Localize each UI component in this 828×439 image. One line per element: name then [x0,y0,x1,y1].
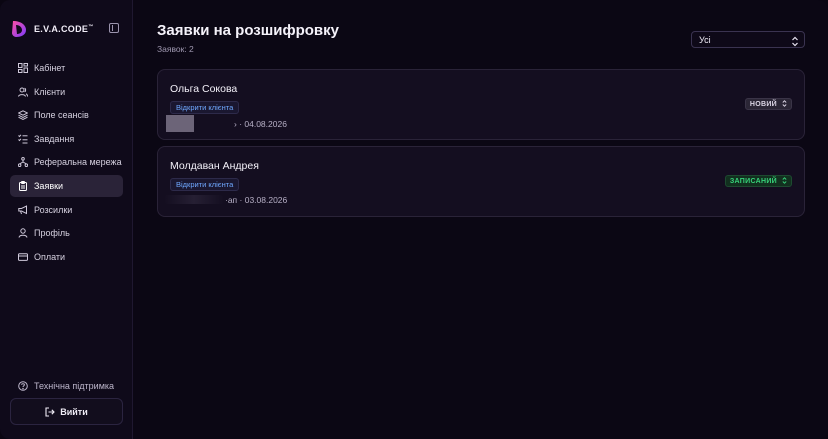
request-card[interactable]: Ольга Сокова Відкрити клієнта › · 04.08.… [157,69,805,140]
open-client-button[interactable]: Відкрити клієнта [170,178,240,191]
sidebar-item-label: Розсилки [34,204,73,215]
megaphone-icon [18,204,28,215]
dashboard-icon [18,63,28,73]
status-filter-select[interactable]: Усі [691,31,805,48]
select-chevron-icon [791,34,799,47]
clipboard-icon [18,180,28,191]
sidebar-item-requests[interactable]: Заявки [10,174,123,197]
logout-button[interactable]: Вийти [10,398,123,425]
sidebar-item-cabinet[interactable]: Кабінет [10,57,123,79]
brand-logo-icon [10,19,28,39]
request-date: ·ап · 03.08.2026 [225,194,288,205]
tasks-icon [18,134,28,144]
layers-icon [18,110,28,121]
network-icon [18,157,28,168]
request-meta: ·ап · 03.08.2026 [164,193,288,206]
page-title: Заявки на розшифровку [157,22,340,39]
sidebar-item-profile[interactable]: Профіль [10,222,123,244]
sidebar-item-label: Завдання [34,133,75,144]
status-badge[interactable]: ЗАПИСАНИЙ [724,175,792,187]
app-window: E.V.A.CODE™ Кабінет Клієнти Поле сеансів… [0,0,828,439]
sidebar-item-payments[interactable]: Оплати [10,246,123,268]
open-client-button[interactable]: Відкрити клієнта [170,101,240,114]
status-chevron-icon [782,99,787,109]
sidebar-item-label: Оплати [34,251,66,262]
sidebar-item-label: Поле сеансів [34,110,89,121]
card-icon [18,252,28,262]
status-label: ЗАПИСАНИЙ [729,177,777,185]
brand-trademark: ™ [88,24,94,30]
request-meta: › · 04.08.2026 [166,115,287,132]
sidebar-item-label: Заявки [34,180,64,191]
sidebar-item-tasks[interactable]: Завдання [10,128,123,150]
sidebar: E.V.A.CODE™ Кабінет Клієнти Поле сеансів… [0,0,133,439]
sidebar-collapse-icon[interactable] [109,23,119,33]
sidebar-nav: Кабінет Клієнти Поле сеансів Завдання Ре… [10,57,123,269]
sidebar-item-label: Клієнти [34,86,66,97]
logout-label: Вийти [60,406,88,417]
redacted-block [164,195,224,204]
support-link[interactable]: Технічна підтримка [18,381,114,391]
requests-count: Заявок: 2 [157,44,194,54]
main-content: Заявки на розшифровку Заявок: 2 Усі Ольг… [133,0,828,439]
sidebar-item-label: Реферальна мережа [34,157,122,168]
help-circle-icon [18,381,28,391]
sidebar-item-label: Профіль [34,228,70,239]
client-name: Молдаван Андрея [170,160,259,172]
status-label: НОВИЙ [749,100,777,108]
request-date: › · 04.08.2026 [234,118,287,129]
support-label: Технічна підтримка [34,381,115,391]
status-badge[interactable]: НОВИЙ [744,98,792,110]
brand[interactable]: E.V.A.CODE™ [10,17,123,41]
redacted-block [166,115,194,132]
sidebar-item-clients[interactable]: Клієнти [10,81,123,103]
users-icon [18,87,28,97]
sidebar-item-label: Кабінет [34,63,66,73]
sidebar-item-mailings[interactable]: Розсилки [10,199,123,221]
client-name: Ольга Сокова [170,83,238,95]
sidebar-item-referral[interactable]: Реферальна мережа [10,151,123,173]
request-card[interactable]: Молдаван Андрея Відкрити клієнта ·ап · 0… [157,146,805,217]
user-icon [18,228,28,238]
status-chevron-icon [782,176,787,186]
sidebar-item-sessions[interactable]: Поле сеансів [10,104,123,126]
brand-name: E.V.A.CODE™ [34,24,94,34]
logout-icon [45,406,56,417]
status-filter-value: Усі [699,34,711,45]
